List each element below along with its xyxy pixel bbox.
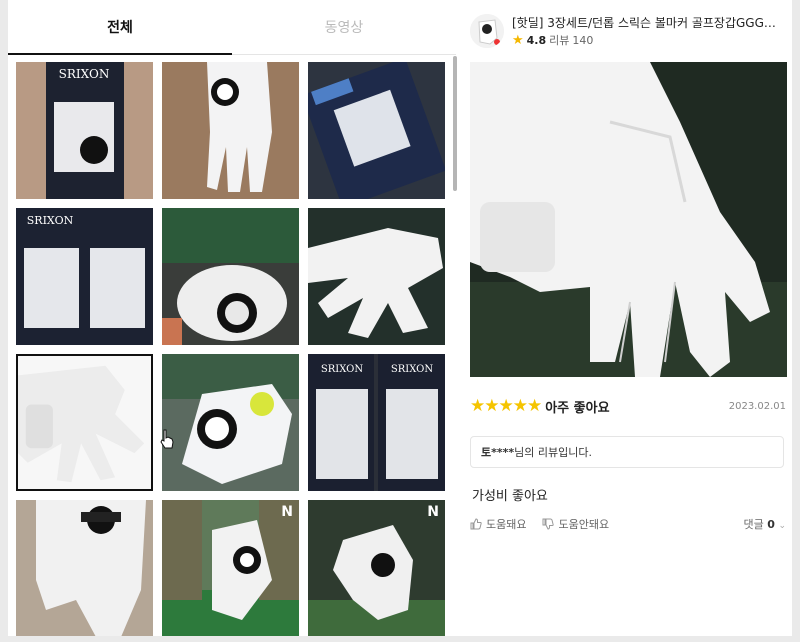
reviewer-box: 토**** 님의 리뷰입니다. <box>470 436 784 468</box>
review-detail-panel: [핫딜] 3장세트/던롭 스릭슨 볼마커 골프장갑GGG… ★ 4.8 리뷰 1… <box>462 0 792 636</box>
review-body: 가성비 좋아요 <box>472 489 548 504</box>
review-main-photo[interactable] <box>470 62 787 377</box>
scrollbar-thumb[interactable] <box>453 56 457 191</box>
rating-stars: ★★★★★ <box>470 396 542 416</box>
hand-cursor-icon <box>160 429 174 449</box>
thumb-12[interactable]: N <box>308 500 445 636</box>
not-helpful-label: 도움안돼요 <box>558 518 610 531</box>
review-count: 140 <box>572 33 594 47</box>
new-badge: N <box>427 504 439 520</box>
reviewer-name: 토**** <box>481 446 515 459</box>
product-title[interactable]: [핫딜] 3장세트/던롭 스릭슨 볼마커 골프장갑GGG… <box>512 14 788 31</box>
not-helpful-button[interactable]: 도움안돼요 <box>542 516 609 532</box>
comments-label: 댓글 <box>743 518 764 531</box>
thumb-11[interactable]: N <box>162 500 299 636</box>
gallery-tabs: 전체 동영상 <box>8 0 456 55</box>
thumb-10[interactable] <box>16 500 153 636</box>
product-meta: ★ 4.8 리뷰 140 <box>512 32 593 48</box>
thumbs-down-icon <box>542 518 555 530</box>
review-actions: 도움돼요 도움안돼요 댓글 0 ⌄ <box>470 514 786 534</box>
comments-count: 0 <box>767 518 775 531</box>
helpful-label: 도움돼요 <box>486 518 527 531</box>
thumb-5[interactable] <box>162 208 299 345</box>
thumb-9[interactable]: SRIXON SRIXON <box>308 354 445 491</box>
review-label: 리뷰 <box>549 34 570 47</box>
gallery-scrollbar[interactable] <box>452 56 458 636</box>
thumb-2[interactable] <box>162 62 299 199</box>
photo-gallery-panel: 전체 동영상 SRIXON SRIXON SRIXON SRIXON N N <box>8 0 460 636</box>
rating-text: 아주 좋아요 <box>545 400 610 416</box>
helpful-button[interactable]: 도움돼요 <box>470 516 526 532</box>
tab-all[interactable]: 전체 <box>8 0 232 55</box>
chevron-down-icon: ⌄ <box>778 521 786 531</box>
comments-toggle[interactable]: 댓글 0 ⌄ <box>744 516 786 532</box>
thumb-7[interactable] <box>16 354 153 491</box>
review-date: 2023.02.01 <box>728 400 786 412</box>
product-rating: 4.8 <box>526 33 547 47</box>
thumb-3[interactable] <box>308 62 445 199</box>
brand-text: SRIXON <box>321 364 363 375</box>
star-icon: ★ <box>512 32 524 48</box>
brand-text: SRIXON <box>27 214 74 227</box>
product-header[interactable]: [핫딜] 3장세트/던롭 스릭슨 볼마커 골프장갑GGG… ★ 4.8 리뷰 1… <box>462 0 792 56</box>
new-badge: N <box>281 504 293 520</box>
thumb-1[interactable]: SRIXON <box>16 62 153 199</box>
reviewer-suffix: 님의 리뷰입니다. <box>514 446 592 459</box>
thumb-6[interactable] <box>308 208 445 345</box>
brand-text: SRIXON <box>59 67 110 81</box>
thumb-4[interactable]: SRIXON <box>16 208 153 345</box>
review-rating-row: ★★★★★ 아주 좋아요 2023.02.01 <box>470 395 786 417</box>
brand-text: SRIXON <box>391 364 433 375</box>
thumbs-up-icon <box>470 518 482 530</box>
product-thumbnail <box>470 14 504 48</box>
thumb-8[interactable] <box>162 354 299 491</box>
tab-video[interactable]: 동영상 <box>232 0 456 54</box>
